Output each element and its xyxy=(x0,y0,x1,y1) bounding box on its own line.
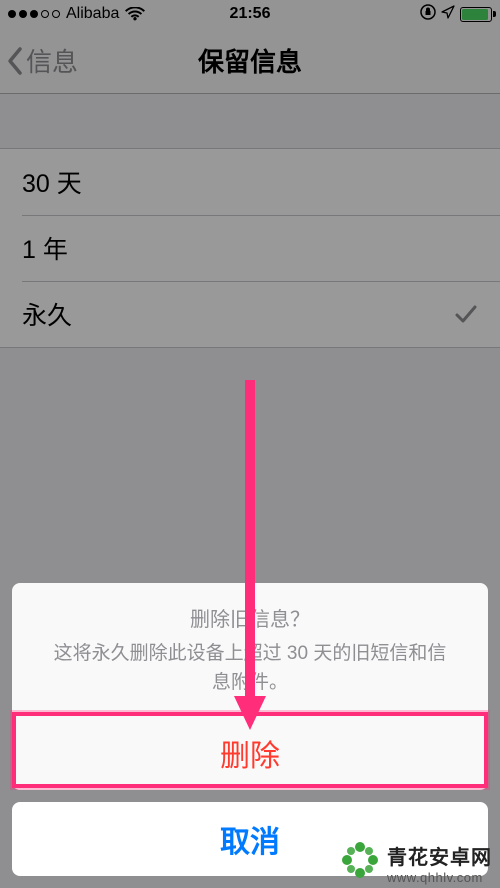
action-sheet-header: 删除旧信息？ 这将永久删除此设备上超过 30 天的旧短信和信 息附件。 xyxy=(12,583,488,716)
action-sheet-main: 删除旧信息？ 这将永久删除此设备上超过 30 天的旧短信和信 息附件。 删除 xyxy=(12,583,488,790)
cancel-button[interactable]: 取消 xyxy=(12,802,488,876)
delete-button[interactable]: 删除 xyxy=(12,716,488,790)
action-sheet: 删除旧信息？ 这将永久删除此设备上超过 30 天的旧短信和信 息附件。 删除 取… xyxy=(12,583,488,876)
action-sheet-description: 这将永久删除此设备上超过 30 天的旧短信和信 息附件。 xyxy=(32,640,468,697)
action-sheet-title: 删除旧信息？ xyxy=(32,603,468,632)
